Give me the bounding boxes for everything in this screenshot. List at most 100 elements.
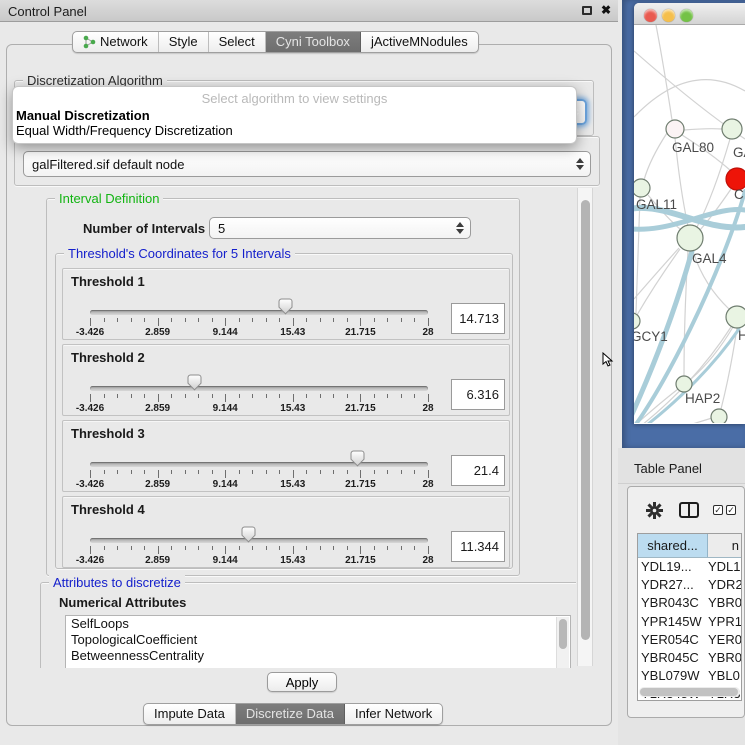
threshold-slider[interactable] [90,462,428,467]
attribute-list-item[interactable]: SelfLoops [66,616,570,632]
table-header-row: shared... n [638,534,741,558]
network-node[interactable] [722,119,742,139]
settings-scrollbar[interactable] [577,188,593,666]
slider-handle[interactable] [241,526,256,543]
split-view-icon[interactable] [679,502,699,518]
cell-shared-name: YDL19... [638,558,708,576]
network-node-label: GCY1 [634,329,668,344]
threshold-slider[interactable] [90,538,428,543]
bottom-tab-impute-data[interactable]: Impute Data [144,704,236,724]
table-row[interactable]: YBL079WYBL0 [638,667,741,685]
float-window-icon[interactable] [582,6,592,15]
network-node[interactable] [634,313,640,329]
attributes-groupbox: Attributes to discretize Numerical Attri… [40,582,576,668]
cell-shared-name: YDR27... [638,576,708,594]
threshold-row: Threshold 1-3.4262.8599.14415.4321.71528… [62,268,510,340]
close-window-icon[interactable]: ✖ [601,3,611,17]
column-header-name[interactable]: n [708,534,741,557]
network-edge [721,328,737,409]
network-node[interactable] [634,179,650,197]
combo-stepper-icon [576,158,584,170]
scale-tick-label: -3.426 [76,403,104,414]
tab-label: Cyni Toolbox [276,34,350,49]
table-row[interactable]: YBR043CYBR0 [638,594,741,612]
tab-network[interactable]: Network [73,32,159,52]
attributes-group-label: Attributes to discretize [49,575,185,590]
attributes-list-scrollbar[interactable] [556,617,569,668]
table-row[interactable]: YBR045CYBR0 [638,649,741,667]
tab-style[interactable]: Style [159,32,209,52]
bottom-tab-discretize-data[interactable]: Discretize Data [236,704,345,724]
popup-item[interactable]: Equal Width/Frequency Discretization [13,123,576,138]
scale-tick-label: 21.715 [345,555,376,566]
scale-tick-label: 28 [422,327,433,338]
num-intervals-combobox[interactable]: 5 [209,217,471,239]
window-title: Control Panel [8,4,87,19]
threshold-label: Threshold 1 [71,274,145,289]
cell-shared-name: YER054C [638,631,708,649]
column-header-shared-name[interactable]: shared... [638,534,708,557]
scale-tick-label: 21.715 [345,479,376,490]
gear-icon[interactable] [646,502,663,519]
cell-shared-name: YBR043C [638,594,708,612]
slider-handle[interactable] [350,450,365,467]
tab-jactivemnodules[interactable]: jActiveMNodules [361,32,478,52]
slider-ticks [90,470,428,479]
threshold-value-field[interactable]: 6.316 [451,379,505,410]
settings-scrollbar-thumb[interactable] [581,200,590,640]
network-node[interactable] [676,376,692,392]
network-canvas[interactable]: GAL80GACGAL11GAL4GCY1HAHAP2 [634,25,745,423]
network-node[interactable] [711,409,727,423]
scale-tick-label: 15.43 [280,479,305,490]
checkbox-icon[interactable]: ✓ [726,505,736,515]
bottom-tab-label: Discretize Data [246,706,334,721]
popup-item[interactable]: Manual Discretization [13,108,576,123]
scale-tick-label: 2.859 [145,479,170,490]
scale-tick-label: 15.43 [280,327,305,338]
table-row[interactable]: YDR27...YDR2 [638,576,741,594]
threshold-value-field[interactable]: 14.713 [451,303,505,334]
toolbox-tab-bar: NetworkStyleSelect Cyni Toolbox jActiveMNo… [72,31,479,53]
table-data-combobox[interactable]: galFiltered.sif default node [23,151,591,177]
scale-tick-label: 9.144 [213,555,238,566]
attribute-list-item[interactable]: TopologicalCoefficient [66,632,570,648]
mouse-cursor [602,352,614,368]
network-node[interactable] [726,306,745,328]
scale-tick-label: 2.859 [145,403,170,414]
threshold-value-field[interactable]: 11.344 [451,531,505,562]
network-node-label: GAL80 [672,140,714,155]
minimize-traffic-light-icon[interactable] [662,9,675,22]
tab-cyni-toolbox[interactable]: Cyni Toolbox [266,32,361,52]
scale-tick-label: -3.426 [76,327,104,338]
network-node-label: GAL11 [636,197,677,212]
numerical-attributes-list[interactable]: SelfLoopsTopologicalCoefficientBetweenne… [65,615,571,668]
combo-stepper-icon [456,222,464,234]
threshold-slider[interactable] [90,310,428,315]
close-traffic-light-icon[interactable] [644,9,657,22]
node-attribute-table[interactable]: shared... n YDL19...YDL1YDR27...YDR2YBR0… [637,533,742,701]
threshold-label: Threshold 4 [71,502,145,517]
cell-name: YER0 [708,631,741,649]
table-row[interactable]: YER054CYER0 [638,631,741,649]
network-node-label: GAL4 [692,251,727,266]
slider-handle[interactable] [278,298,293,315]
slider-handle[interactable] [187,374,202,391]
table-row[interactable]: YDL19...YDL1 [638,558,741,576]
zoom-traffic-light-icon[interactable] [680,9,693,22]
threshold-value-field[interactable]: 21.4 [451,455,505,486]
table-horizontal-scrollbar[interactable] [639,687,740,697]
apply-button[interactable]: Apply [267,672,337,692]
threshold-row: Threshold 2-3.4262.8599.14415.4321.71528… [62,344,510,416]
checkbox-icon[interactable]: ✓ [713,505,723,515]
threshold-slider[interactable] [90,386,428,391]
slider-scale: -3.4262.8599.14415.4321.71528 [90,479,428,491]
network-node[interactable] [666,120,684,138]
control-panel-titlebar: Control Panel ✖ [0,0,618,22]
tab-select[interactable]: Select [209,32,266,52]
network-node[interactable] [677,225,703,251]
bottom-tab-infer-network[interactable]: Infer Network [345,704,442,724]
attribute-list-item[interactable]: BetweennessCentrality [66,648,570,664]
scale-tick-label: 28 [422,555,433,566]
table-row[interactable]: YPR145WYPR1 [638,613,741,631]
cell-name: YDL1 [708,558,741,576]
